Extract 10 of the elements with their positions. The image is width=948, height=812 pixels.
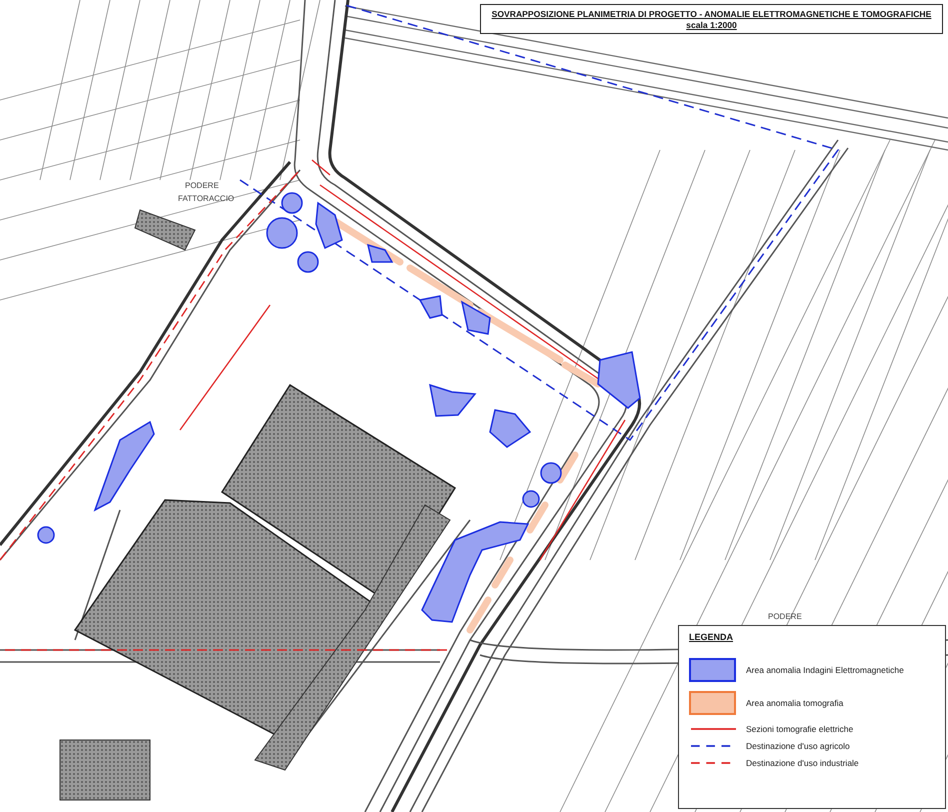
legend-label: Destinazione d'uso agricolo: [746, 741, 850, 751]
legend-label: Area anomalia Indagini Elettromagnetiche: [746, 665, 904, 675]
legend-label: Sezioni tomografie elettriche: [746, 724, 854, 734]
legend-label: Area anomalia tomografia: [746, 698, 844, 708]
map-label: PODERE: [185, 181, 219, 190]
legend-title: LEGENDA: [689, 632, 734, 642]
map-title: SOVRAPPOSIZIONE PLANIMETRIA DI PROGETTO - ANOMALIE ELETTROMAGNETICHE E TOMOGRAFICHE: [492, 8, 932, 18]
legend-label: Destinazione d'uso industriale: [746, 758, 859, 768]
map-label: FATTORACCIO: [178, 194, 234, 203]
map-scale: scala 1:2000: [686, 20, 737, 30]
